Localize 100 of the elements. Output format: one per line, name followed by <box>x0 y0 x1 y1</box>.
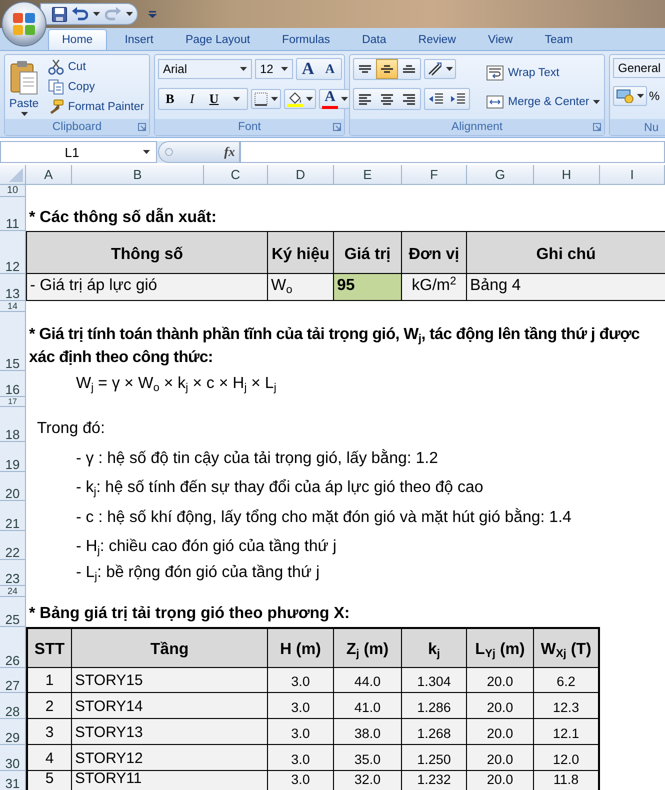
dialog-launcher-icon[interactable] <box>333 123 341 131</box>
table-cell: 2 <box>26 693 72 719</box>
row-header[interactable]: 21 <box>0 501 26 531</box>
row-header[interactable]: 28 <box>0 693 26 719</box>
number-format-field[interactable]: General <box>613 58 665 78</box>
column-header[interactable]: C <box>204 165 268 185</box>
table-cell: STORY13 <box>72 719 268 745</box>
ribbon-tab[interactable]: Page Layout <box>171 29 264 50</box>
row-header[interactable]: 11 <box>0 197 26 231</box>
table-cell: 35.0 <box>334 745 402 771</box>
fill-color-button[interactable] <box>284 89 316 109</box>
insert-function-button[interactable]: fx <box>224 144 235 160</box>
row-header[interactable]: 19 <box>0 442 26 472</box>
percent-button[interactable]: % <box>648 86 661 106</box>
merge-center-button[interactable]: Merge & Center <box>482 91 604 112</box>
wrap-text-button[interactable]: Wrap Text <box>482 62 604 83</box>
format-painter-button[interactable]: Format Painter <box>44 98 148 116</box>
column-header[interactable]: H <box>534 165 600 185</box>
table-cell: kG/m$^{2}$ <box>402 274 467 301</box>
row-header[interactable]: 24 <box>0 586 26 597</box>
font-size-field[interactable]: 12 <box>255 59 293 79</box>
row-header[interactable]: 17 <box>0 397 26 407</box>
column-heading: W$_{Xj}$ (T) <box>534 627 600 668</box>
column-header[interactable]: D <box>268 165 334 185</box>
bold-button[interactable]: B <box>159 89 181 109</box>
section-heading: * Các thông số dẫn xuất: <box>29 209 217 227</box>
row-header[interactable]: 15 <box>0 312 26 371</box>
italic-button[interactable]: I <box>181 89 203 109</box>
customize-toolbar-icon[interactable] <box>148 10 157 18</box>
table-cell: 11.8 <box>534 771 600 790</box>
font-name-field[interactable]: Arial <box>158 59 252 79</box>
row-header[interactable]: 31 <box>0 771 26 790</box>
table-cell: 1.250 <box>402 745 467 771</box>
section-heading: * Giá trị tính toán thành phần tĩnh của tải trọng gió, W$_{j}$, tác động lên tầng thứ j được xác định theo công thức: <box>29 325 641 368</box>
ribbon-tab[interactable]: Insert <box>110 29 168 50</box>
accounting-format-button[interactable] <box>613 86 647 106</box>
undo-icon[interactable] <box>72 7 88 21</box>
row-header[interactable]: 27 <box>0 668 26 693</box>
definition-text: - k$_{j}$: hệ số tính đến sự thay đổi của áp lực gió theo độ cao <box>76 479 484 497</box>
table-cell: 1.304 <box>402 668 467 693</box>
ribbon-tab[interactable]: Formulas <box>268 29 344 50</box>
column-heading: Ghi chú <box>467 231 665 274</box>
align-middle-button[interactable] <box>376 59 398 79</box>
align-right-icon <box>403 94 415 104</box>
column-heading: L$_{Yj}$ (m) <box>467 627 534 668</box>
ribbon-tab[interactable]: Home <box>48 29 107 50</box>
copy-button[interactable]: Copy <box>44 78 148 96</box>
column-header[interactable]: B <box>72 165 204 185</box>
table-cell: 12.0 <box>534 745 600 771</box>
money-icon <box>616 89 634 103</box>
row-header[interactable]: 14 <box>0 301 26 312</box>
ribbon-tab[interactable]: View <box>474 29 527 50</box>
column-heading: STT <box>26 627 72 668</box>
table-cell: 44.0 <box>334 668 402 693</box>
align-top-icon <box>359 65 371 73</box>
column-heading: Thông số <box>26 231 268 274</box>
row-header[interactable]: 25 <box>0 597 26 627</box>
table-cell: 1.286 <box>402 693 467 719</box>
dialog-launcher-icon[interactable] <box>593 123 601 131</box>
column-header[interactable]: F <box>402 165 467 185</box>
table-cell: 12.3 <box>534 693 600 719</box>
table-cell: 20.0 <box>467 668 534 693</box>
row-header[interactable]: 26 <box>0 627 26 668</box>
column-heading: H (m) <box>268 627 334 668</box>
wrap-text-icon <box>486 64 504 80</box>
align-bottom-icon <box>403 65 415 73</box>
paint-bucket-icon <box>287 91 303 107</box>
underline-button[interactable]: U <box>203 89 225 109</box>
row-header[interactable]: 20 <box>0 472 26 501</box>
borders-button[interactable] <box>251 89 281 109</box>
grow-font-button[interactable]: A <box>297 59 319 79</box>
table-cell: 20.0 <box>467 693 534 719</box>
row-header[interactable]: 30 <box>0 745 26 771</box>
row-header[interactable]: 18 <box>0 407 26 442</box>
align-middle-icon <box>381 65 393 73</box>
row-header[interactable]: 10 <box>0 185 26 197</box>
ribbon-tab[interactable]: Team <box>530 29 587 50</box>
row-header[interactable]: 13 <box>0 274 26 301</box>
column-header[interactable]: G <box>467 165 534 185</box>
dialog-launcher-icon[interactable] <box>138 123 146 131</box>
scissors-icon <box>48 59 64 75</box>
ribbon-tab[interactable]: Review <box>404 29 470 50</box>
row-header[interactable]: 12 <box>0 231 26 274</box>
orientation-button[interactable] <box>424 59 456 79</box>
row-header[interactable]: 29 <box>0 719 26 745</box>
column-header[interactable]: E <box>334 165 402 185</box>
cut-button[interactable]: Cut <box>44 58 148 76</box>
ribbon-tab[interactable]: Data <box>348 29 400 50</box>
paste-button[interactable]: Paste <box>8 58 40 118</box>
formula-input-field[interactable] <box>240 141 665 163</box>
definition-text: - H$_{j}$: chiều cao đón gió của tầng thứ j <box>76 538 336 556</box>
save-icon[interactable] <box>52 6 67 22</box>
column-header[interactable]: A <box>26 165 72 185</box>
row-header[interactable]: 22 <box>0 531 26 560</box>
column-header[interactable]: I <box>600 165 665 185</box>
shrink-font-button[interactable]: A <box>319 59 341 79</box>
font-color-button[interactable]: A <box>319 89 351 109</box>
name-box[interactable]: L1 <box>0 141 157 163</box>
row-header[interactable]: 16 <box>0 371 26 397</box>
row-header[interactable]: 23 <box>0 560 26 586</box>
